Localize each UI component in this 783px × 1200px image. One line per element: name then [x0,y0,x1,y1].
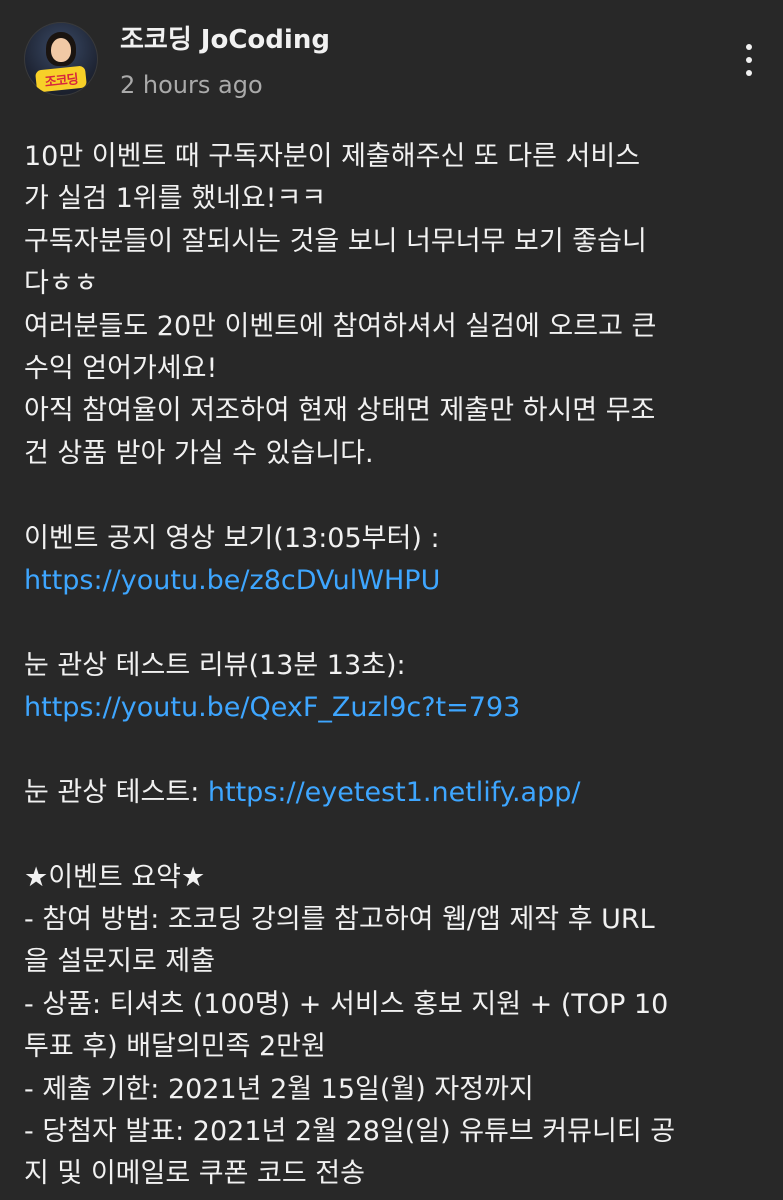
post-timestamp: 2 hours ago [120,71,263,99]
summary-line: - 참여 방법: 조코딩 강의를 참고하여 웹/앱 제작 후 URL [24,904,655,936]
summary-line: - 상품: 티셔츠 (100명) + 서비스 홍보 지원 + (TOP 10 [24,988,669,1020]
avatar-logo-badge: 조코딩 [34,65,88,93]
post-header: 조코딩 조코딩 JoCoding 2 hours ago [0,0,783,120]
author-name[interactable]: 조코딩 JoCoding [120,22,330,58]
avatar-face [51,38,71,62]
eyetest-link[interactable]: https://eyetest1.netlify.app/ [208,777,581,808]
body-line: 구독자분들이 잘되시는 것을 보니 너무너무 보기 좋습니 [24,225,647,257]
menu-dot [746,70,752,76]
channel-avatar[interactable]: 조코딩 [24,22,98,96]
summary-line: 투표 후) 배달의민족 2만원 [24,1031,326,1063]
event-video-label: 이벤트 공지 영상 보기(13:05부터) : [24,522,440,554]
event-video-link[interactable]: https://youtu.be/z8cDVulWHPU [24,565,440,596]
review-video-link[interactable]: https://youtu.be/QexF_Zuzl9c?t=793 [24,692,520,723]
more-vert-icon[interactable] [734,40,764,80]
body-line: 다ㅎㅎ [24,268,99,300]
body-line: 여러분들도 20만 이벤트에 참여하셔서 실검에 오르고 큰 [24,310,657,342]
body-line: 10만 이벤트 때 구독자분이 제출해주신 또 다른 서비스 [24,141,641,172]
body-line: 가 실검 1위를 했네요!ㅋㅋ [24,183,327,215]
body-line: 아직 참여율이 저조하여 현재 상태면 제출만 하시면 무조 [24,395,656,427]
summary-line: 을 설문지로 제출 [24,946,216,978]
test-label: 눈 관상 테스트: [24,776,208,808]
body-line: 수익 얻어가세요! [24,352,218,384]
summary-title: ★이벤트 요약★ [24,861,206,893]
test-line: 눈 관상 테스트: https://eyetest1.netlify.app/ [24,772,764,814]
body-line: 건 상품 받아 가실 수 있습니다. [24,437,374,469]
menu-dot [746,57,752,63]
review-label: 눈 관상 테스트 리뷰(13분 13초): [24,649,406,681]
summary-line: - 제출 기한: 2021년 2월 15일(월) 자정까지 [24,1073,534,1105]
post-body: 10만 이벤트 때 구독자분이 제출해주신 또 다른 서비스 가 실검 1위를 … [24,136,764,1196]
summary-line: - 당첨자 발표: 2021년 2월 28일(일) 유튜브 커뮤니티 공 [24,1115,676,1147]
summary-line: 지 및 이메일로 쿠폰 코드 전송 [24,1158,365,1190]
menu-dot [746,44,752,50]
